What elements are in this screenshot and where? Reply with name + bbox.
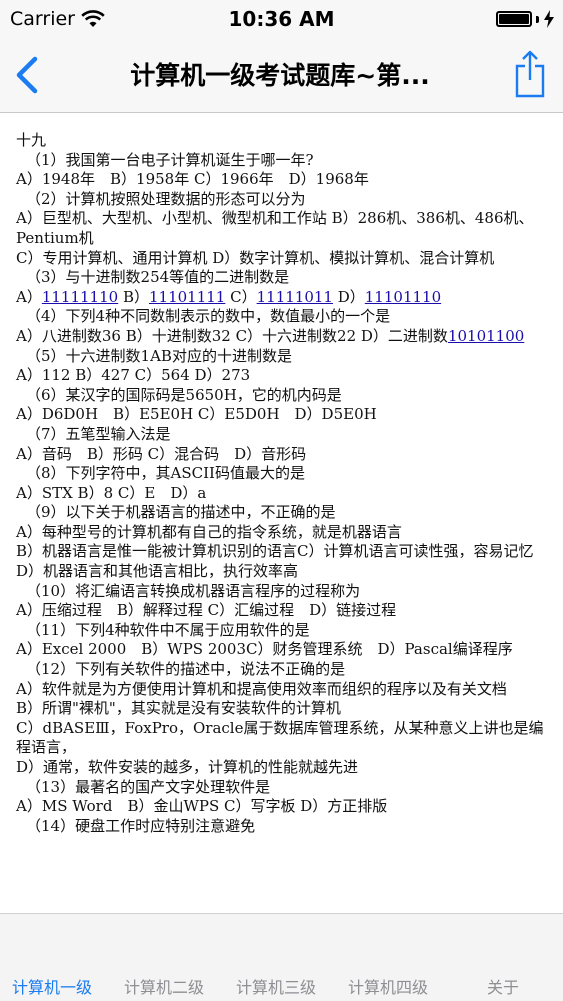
navigation-bar: 计算机一级考试题库~第... xyxy=(0,38,563,113)
question-line: （9）以下关于机器语言的描述中，不正确的是 xyxy=(26,503,336,522)
answer-line: A）D6D0H B）E5E0H C）E5D0H D）D5E0H xyxy=(16,405,377,424)
tab-level-1[interactable]: 计算机一级 xyxy=(12,974,92,998)
answer-line: A）软件就是为方便使用计算机和提高使用效率而组织的程序以及有关文档 xyxy=(16,679,507,698)
tab-level-2[interactable]: 计算机二级 xyxy=(124,974,204,998)
answer-line: D）通常，软件安装的越多，计算机的性能就越先进 xyxy=(16,758,359,776)
status-time: 10:36 AM xyxy=(228,7,335,31)
question-content[interactable]: 十九 （1）我国第一台电子计算机诞生于哪一年? A）1948年 B）1958年 … xyxy=(0,113,563,913)
question-line: （6）某汉字的国际码是5650H，它的机内码是 xyxy=(26,385,342,404)
answer-line: A）STX B）8 C）E D）a xyxy=(16,483,207,502)
answer-line: C）dBASEⅢ，FoxPro，Oracle属于数据库管理系统，从某种意义上讲也… xyxy=(16,718,544,757)
number-link[interactable]: 11111011 xyxy=(257,288,333,306)
answer-line: A）11111110 B）11101111 C）11111011 D）11101… xyxy=(16,287,442,306)
question-line: （13）最著名的国产文字处理软件是 xyxy=(26,777,271,796)
tab-bar: 计算机一级 计算机二级 计算机三级 计算机四级 关于 xyxy=(0,913,563,1001)
answer-line: A）八进制数36 B）十进制数32 C）十六进制数22 D）二进制数101011… xyxy=(16,326,525,345)
tab-about[interactable]: 关于 xyxy=(487,974,519,998)
answer-line: A）1948年 B）1958年 C）1966年 D）1968年 xyxy=(16,170,369,189)
question-line: （2）计算机按照处理数据的形态可以分为 xyxy=(26,189,306,208)
answer-line: B）机器语言是惟一能被计算机识别的语言C）计算机语言可读性强，容易记忆 xyxy=(16,542,534,561)
question-line: （4）下列4种不同数制表示的数中，数值最小的一个是 xyxy=(26,307,391,326)
question-line: （3）与十进制数254等值的二进制数是 xyxy=(26,268,290,287)
question-line: （1）我国第一台电子计算机诞生于哪一年? xyxy=(26,150,314,169)
answer-line: A）Excel 2000 B）WPS 2003C）财务管理系统 D）Pascal… xyxy=(16,640,513,659)
tab-level-3[interactable]: 计算机三级 xyxy=(236,974,316,998)
battery-icon xyxy=(496,11,532,27)
answer-line: A）音码 B）形码 C）混合码 D）音形码 xyxy=(16,444,307,463)
page-title: 计算机一级考试题库~第... xyxy=(130,61,430,90)
number-link[interactable]: 10101100 xyxy=(448,327,524,345)
answer-line: B）所谓"裸机"，其实就是没有安装软件的计算机 xyxy=(16,699,341,718)
question-line: （10）将汇编语言转换成机器语言程序的过程称为 xyxy=(26,581,361,600)
tab-level-4[interactable]: 计算机四级 xyxy=(348,974,428,998)
answer-line: D）机器语言和其他语言相比，执行效率高 xyxy=(16,562,299,581)
section-heading: 十九 xyxy=(16,131,47,149)
question-line: （7）五笔型输入法是 xyxy=(26,424,171,443)
number-link[interactable]: 11101110 xyxy=(365,288,441,306)
chevron-left-icon[interactable] xyxy=(10,54,46,96)
number-link[interactable]: 11111110 xyxy=(42,288,118,306)
number-link[interactable]: 11101111 xyxy=(149,288,225,306)
question-text-area: 十九 （1）我国第一台电子计算机诞生于哪一年? A）1948年 B）1958年 … xyxy=(0,113,563,836)
answer-line: A）巨型机、大型机、小型机、微型机和工作站 B）286机、386机、486机、P… xyxy=(16,209,534,247)
status-bar: Carrier 10:36 AM xyxy=(0,0,563,38)
charging-bolt-icon xyxy=(544,10,554,28)
question-line: （5）十六进制数1AB对应的十进制数是 xyxy=(26,346,292,365)
answer-line: A）每种型号的计算机都有自己的指令系统，就是机器语言 xyxy=(16,522,402,541)
answer-line: A）MS Word B）金山WPS C）写字板 D）方正排版 xyxy=(16,797,388,816)
question-line: （8）下列字符中，其ASCII码值最大的是 xyxy=(26,464,305,483)
question-line: （11）下列4种软件中不属于应用软件的是 xyxy=(26,620,310,639)
question-line: （14）硬盘工作时应特别注意避免 xyxy=(26,816,256,835)
battery-indicator xyxy=(496,10,555,28)
answer-line: A）112 B）427 C）564 D）273 xyxy=(16,366,251,385)
answer-line: A）压缩过程 B）解释过程 C）汇编过程 D）链接过程 xyxy=(16,601,397,620)
question-line: （12）下列有关软件的描述中，说法不正确的是 xyxy=(26,660,346,679)
share-icon[interactable] xyxy=(515,50,545,98)
answer-line: C）专用计算机、通用计算机 D）数字计算机、模拟计算机、混合计算机 xyxy=(16,248,495,267)
